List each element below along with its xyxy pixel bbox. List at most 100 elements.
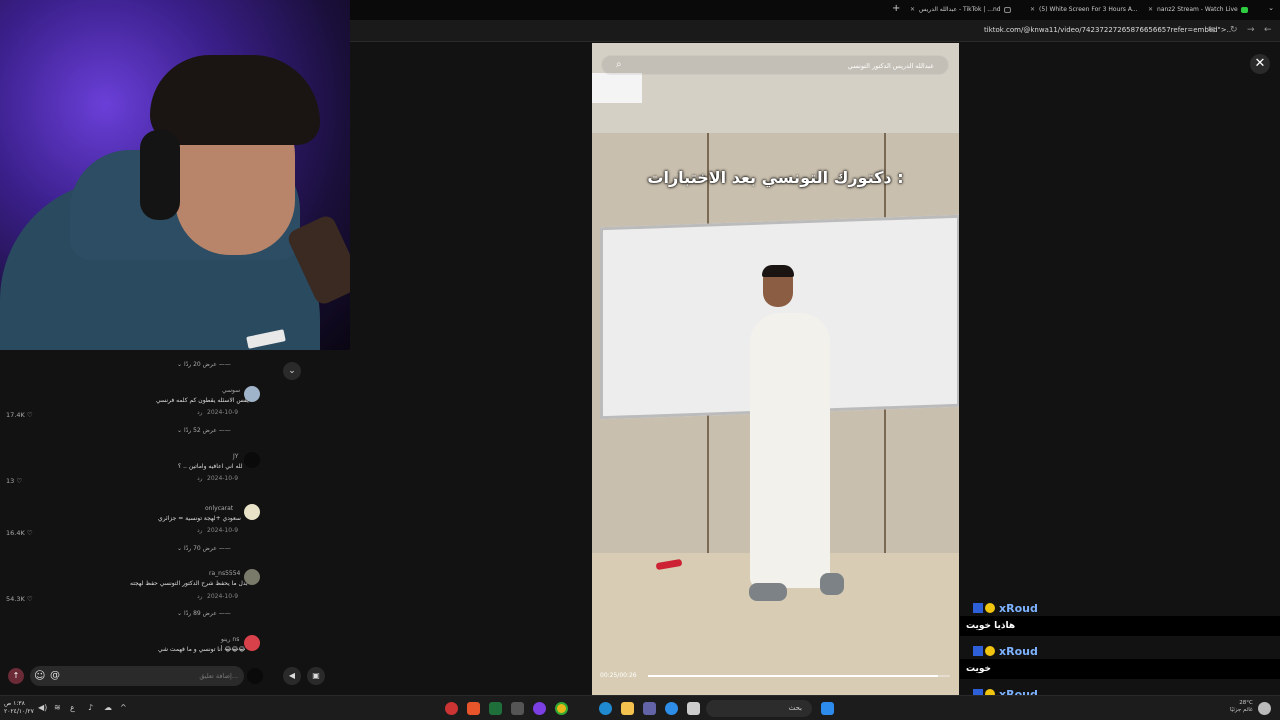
chat-user[interactable]: xRoud <box>973 645 1038 658</box>
new-tab-button[interactable]: + <box>892 3 900 14</box>
emoji-icon[interactable]: ☺ <box>34 670 45 681</box>
comment-date: 2024-10-9 <box>207 475 239 482</box>
comments-panel: ⌄ ⌄ عرض 20 ردًا —— سوسي يفس الاسئله يقطو… <box>0 350 350 695</box>
forward-icon[interactable]: → <box>1247 25 1255 35</box>
weather-desc: غائم جزئيًا <box>1230 707 1253 713</box>
language-indicator[interactable]: ع <box>70 703 75 712</box>
back-icon[interactable]: ← <box>1264 25 1272 35</box>
close-icon[interactable]: ✕ <box>1250 54 1270 74</box>
pip-icon[interactable]: ▣ <box>307 667 325 685</box>
comment-username[interactable]: JY <box>233 453 238 460</box>
tiktok-icon <box>1003 6 1011 13</box>
url-text[interactable]: tiktok.com/@knwa11/video/742372272658766… <box>984 26 1231 34</box>
avatar[interactable] <box>244 452 260 468</box>
edge-icon[interactable] <box>599 702 612 715</box>
reload-icon[interactable]: ↻ <box>1230 25 1238 35</box>
like-count[interactable]: 13 ♡ <box>6 477 22 485</box>
chevron-down-icon[interactable]: ⌄ <box>283 362 301 380</box>
chat-badge-icon <box>973 646 983 656</box>
close-icon[interactable]: ✕ <box>910 6 915 13</box>
app-icon[interactable] <box>665 702 678 715</box>
video-progress-fill <box>648 675 938 677</box>
view-replies-button[interactable]: ⌄ عرض 89 ردًا —— <box>177 610 231 617</box>
avatar <box>247 668 263 684</box>
comment-username[interactable]: onlycarat <box>205 505 233 512</box>
send-icon[interactable]: ↑ <box>8 668 24 684</box>
heart-icon[interactable]: ♡ <box>27 411 33 419</box>
clock[interactable]: ١:٣٨ ص ٢٠٢٤/١٠/٢٧ <box>4 700 34 716</box>
teams-icon[interactable] <box>643 702 656 715</box>
taskbar-search[interactable]: بحث <box>706 700 812 717</box>
view-replies-button[interactable]: ⌄ عرض 70 ردًا —— <box>177 545 231 552</box>
chat-badge-icon <box>973 603 983 613</box>
likes-value: 54.3K <box>6 595 25 603</box>
close-icon[interactable]: ✕ <box>1148 6 1153 13</box>
like-count[interactable]: 16.4K ♡ <box>6 529 33 537</box>
heart-icon[interactable]: ♡ <box>27 595 33 603</box>
scene-light <box>592 73 642 103</box>
chat-message: خويت <box>960 659 1280 679</box>
comment-text: لله اني اعافيه واماتين .. ؟ <box>178 463 243 470</box>
chrome-icon[interactable] <box>555 702 568 715</box>
tray-chevron-icon[interactable]: ^ <box>120 703 127 712</box>
taskbar: ١:٣٨ ص ٢٠٢٤/١٠/٢٧ ◀) ≋ ع ♪ ☁ ^ بحث 28°C غا… <box>0 695 1280 720</box>
tab-youtube[interactable]: ✕ (5) White Screen For 3 Hours A... <box>1030 2 1140 18</box>
avatar[interactable] <box>244 504 260 520</box>
screen: + ✕ عبدالله الدريس - TikTok | ...nd ✕ (5) … <box>0 0 1280 720</box>
clock-time: ١:٣٨ ص <box>4 700 25 707</box>
folder-icon[interactable] <box>621 702 634 715</box>
video-progress-bar[interactable] <box>648 675 950 677</box>
address-bar: tiktok.com/@knwa11/video/742372272658766… <box>350 20 1280 42</box>
tab-tiktok[interactable]: ✕ عبدالله الدريس - TikTok | ...nd <box>910 2 1020 18</box>
kick-icon <box>1240 6 1248 13</box>
chevron-down-icon[interactable]: ⌄ <box>1268 4 1274 12</box>
comment-username[interactable]: سوسي <box>222 387 240 394</box>
search-icon[interactable]: ⌕ <box>616 59 622 70</box>
view-replies-button[interactable]: ⌄ عرض 52 ردًا —— <box>177 427 231 434</box>
translate-icon[interactable]: ⇆ <box>1208 25 1216 35</box>
brave-icon[interactable] <box>467 702 480 715</box>
view-replies-button[interactable]: ⌄ عرض 20 ردًا —— <box>177 361 231 368</box>
tab-title: عبدالله الدريس - TikTok | ...nd <box>919 6 1001 13</box>
at-icon[interactable]: @ <box>50 670 60 681</box>
wifi-icon[interactable]: ≋ <box>54 703 61 712</box>
reply-button[interactable]: رد <box>197 409 203 416</box>
chat-username: xRoud <box>999 645 1038 658</box>
xbox-icon[interactable] <box>489 702 502 715</box>
video-search-bar[interactable]: ⌕ عبدالله الدريس الدكتور التونسي <box>601 55 949 75</box>
chat-sub-badge-icon <box>985 646 995 656</box>
comment-username[interactable]: رينو ns <box>221 636 239 643</box>
windows-start-icon[interactable] <box>821 702 834 715</box>
reply-button[interactable]: رد <box>197 475 203 482</box>
app-icon[interactable] <box>533 702 546 715</box>
reply-toggle-label: عرض 20 ردًا <box>183 361 217 368</box>
person-hair <box>762 265 794 277</box>
like-count[interactable]: 54.3K ♡ <box>6 595 33 603</box>
comment-username[interactable]: ra_ns5554 <box>209 570 240 577</box>
video-search-text: عبدالله الدريس الدكتور التونسي <box>847 62 934 70</box>
like-count[interactable]: 17.4K ♡ <box>6 411 33 419</box>
tab-kick[interactable]: ✕ nanz2 Stream - Watch Live <box>1148 2 1258 18</box>
app-icon[interactable] <box>445 702 458 715</box>
reply-button[interactable]: رد <box>197 527 203 534</box>
volume-icon[interactable]: ◀) <box>38 703 47 712</box>
video-player[interactable]: ⌕ عبدالله الدريس الدكتور التونسي دكتورك … <box>592 43 959 695</box>
reply-button[interactable]: رد <box>197 593 203 600</box>
heart-icon[interactable]: ♡ <box>16 477 22 485</box>
clock-date: ٢٠٢٤/١٠/٢٧ <box>4 708 34 715</box>
weather-icon <box>1258 702 1271 715</box>
avatar[interactable] <box>244 635 260 651</box>
chat-message: هاذيا خويت <box>960 616 1280 636</box>
settings-icon[interactable] <box>511 702 524 715</box>
chat-user[interactable]: xRoud <box>973 602 1038 615</box>
chat-sub-badge-icon <box>985 603 995 613</box>
cloud-icon[interactable]: ☁ <box>104 703 112 712</box>
comment-input[interactable] <box>30 666 244 686</box>
volume-icon[interactable]: ◀ <box>283 667 301 685</box>
comment-text: بدل ما يحفظ شرح الدكتور التونسي حفظ لهجت… <box>130 580 248 587</box>
close-icon[interactable]: ✕ <box>1030 6 1035 13</box>
taskview-icon[interactable] <box>687 702 700 715</box>
mic-icon[interactable]: ♪ <box>88 703 93 712</box>
heart-icon[interactable]: ♡ <box>27 529 33 537</box>
weather-widget[interactable]: 28°C غائم جزئيًا <box>1230 700 1253 714</box>
